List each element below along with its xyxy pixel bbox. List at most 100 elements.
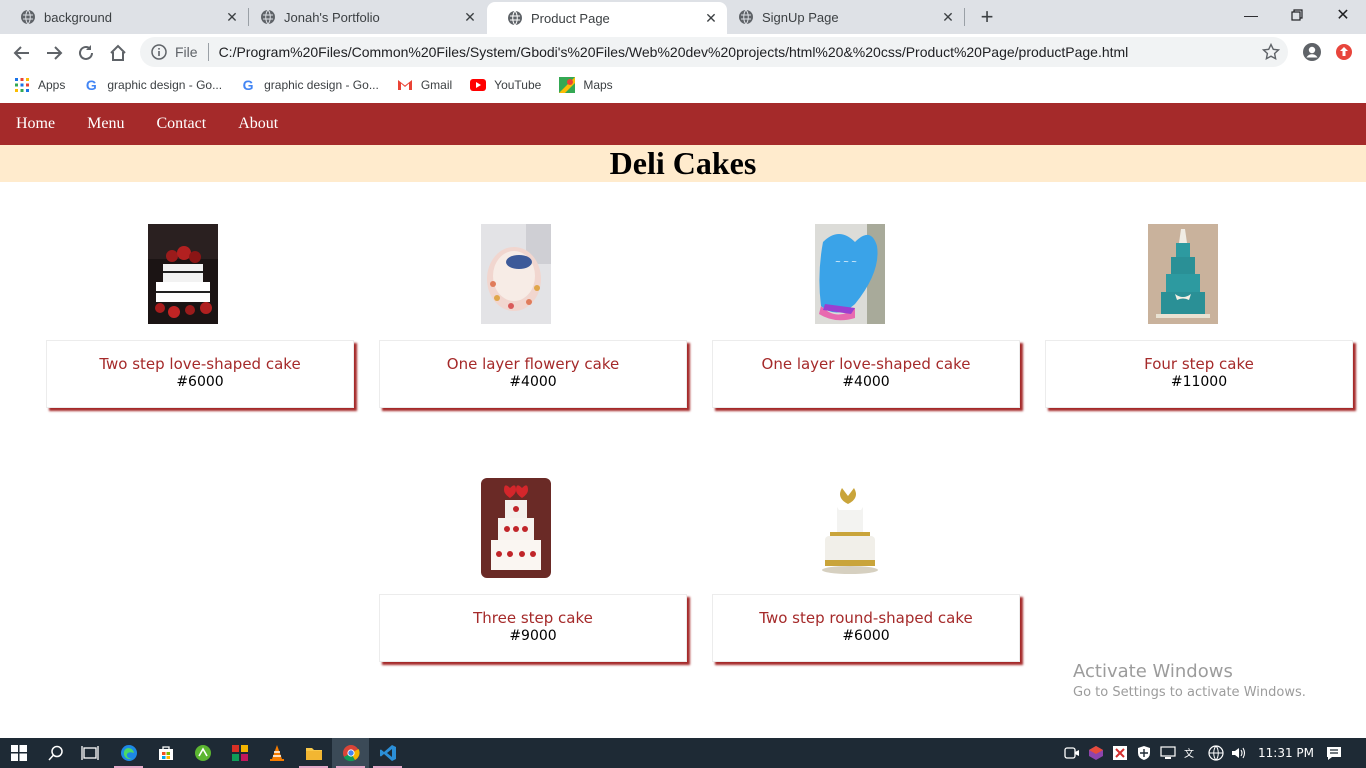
cake-teal-tiered-photo: [1148, 224, 1218, 324]
tab-title: Jonah's Portfolio: [284, 9, 380, 25]
product-price: #6000: [842, 628, 890, 644]
address-separator: [207, 43, 209, 61]
taskbar-vlc[interactable]: [258, 738, 295, 768]
bookmark-label: Maps: [583, 78, 613, 92]
address-bar[interactable]: File C:/Program%20Files/Common%20Files/S…: [140, 37, 1288, 67]
nav-home-link[interactable]: Home: [16, 115, 55, 133]
cake-red-roses-photo: [148, 224, 218, 324]
bookmark-youtube[interactable]: YouTube: [470, 77, 541, 93]
tray-meet-icon[interactable]: [1064, 745, 1080, 761]
svg-text:文: 文: [1184, 747, 1194, 760]
tray-security-icon[interactable]: [1136, 745, 1152, 761]
restore-icon: [1291, 9, 1303, 21]
product-price: #4000: [509, 374, 557, 390]
search-icon: [47, 745, 63, 761]
home-icon: [110, 44, 126, 61]
close-tab-icon[interactable]: ✕: [938, 7, 958, 27]
update-icon[interactable]: [1335, 43, 1353, 61]
site-nav: Home Menu Contact About: [0, 103, 1366, 145]
scheme-label: File: [175, 44, 198, 60]
url-text[interactable]: C:/Program%20Files/Common%20Files/System…: [219, 44, 1129, 60]
reload-button[interactable]: [73, 40, 99, 66]
taskbar-clock[interactable]: 11:31 PM: [1258, 738, 1314, 768]
tab-product-page[interactable]: Product Page ✕: [487, 2, 727, 34]
tray-volume-icon[interactable]: [1230, 745, 1246, 761]
nav-menu-link[interactable]: Menu: [87, 115, 124, 133]
google-icon: G: [85, 77, 97, 93]
product-name: Three step cake: [473, 609, 593, 627]
tray-app-icon[interactable]: [1088, 745, 1104, 761]
cake-flowery-photo: [481, 224, 551, 324]
home-button[interactable]: [105, 40, 131, 66]
cake-gold-bow-photo: [815, 478, 885, 578]
cake-hearts-tiered-photo: [481, 478, 551, 578]
tab-background[interactable]: background ✕: [0, 0, 248, 34]
tray-network-icon[interactable]: [1160, 745, 1176, 761]
windows-logo-icon: [10, 745, 27, 761]
watermark-subtitle: Go to Settings to activate Windows.: [1073, 685, 1306, 700]
svg-text:~ ~ ~: ~ ~ ~: [835, 258, 857, 266]
page-content: Home Menu Contact About Deli Cakes ~ ~ ~: [0, 103, 1366, 738]
store-icon: [158, 746, 173, 760]
bookmark-graphic-design-2[interactable]: G graphic design - Go...: [240, 77, 379, 93]
taskbar-search-button[interactable]: [37, 738, 74, 768]
chrome-icon: [342, 745, 360, 762]
edge-icon: [120, 745, 137, 761]
new-tab-button[interactable]: +: [975, 4, 999, 29]
tab-signup-page[interactable]: SignUp Page ✕: [718, 0, 964, 34]
action-center-icon[interactable]: [1325, 744, 1343, 762]
profile-avatar-icon[interactable]: [1302, 42, 1322, 62]
apps-grid-icon: [14, 77, 30, 93]
nav-about-link[interactable]: About: [238, 115, 278, 133]
globe-icon: [739, 9, 753, 25]
restore-button[interactable]: [1274, 0, 1320, 30]
product-card[interactable]: One layer love-shaped cake #4000: [712, 340, 1020, 408]
taskbar-app-grid[interactable]: [221, 738, 258, 768]
bookmark-label: Gmail: [420, 78, 453, 92]
tray-ime-icon[interactable]: 文: [1184, 745, 1200, 761]
bookmark-label: YouTube: [494, 78, 542, 92]
product-name: Two step round-shaped cake: [759, 609, 973, 627]
taskbar-file-explorer[interactable]: [295, 738, 332, 768]
bookmark-star-icon[interactable]: [1262, 43, 1280, 61]
bookmark-gmail[interactable]: Gmail: [397, 77, 452, 93]
taskbar-chrome[interactable]: [332, 738, 369, 768]
forward-button[interactable]: [41, 40, 67, 66]
app-grid-icon: [231, 745, 248, 761]
product-card[interactable]: Two step round-shaped cake #6000: [712, 594, 1020, 662]
task-view-button[interactable]: [71, 738, 108, 768]
browser-toolbar: File C:/Program%20Files/Common%20Files/S…: [0, 34, 1366, 71]
taskbar-vscode[interactable]: [369, 738, 406, 768]
info-icon[interactable]: [151, 44, 167, 60]
folder-icon: [305, 748, 322, 760]
bookmarks-bar: Apps G graphic design - Go... G graphic …: [0, 71, 1366, 99]
taskbar-edge[interactable]: [110, 738, 147, 768]
nav-contact-link[interactable]: Contact: [156, 115, 206, 133]
taskbar-app-green[interactable]: [184, 738, 221, 768]
close-tab-icon[interactable]: ✕: [222, 7, 242, 27]
bookmark-graphic-design-1[interactable]: G graphic design - Go...: [83, 77, 222, 93]
start-button[interactable]: [0, 738, 37, 768]
close-tab-icon[interactable]: ✕: [460, 7, 480, 27]
task-view-icon: [80, 746, 99, 760]
taskbar-store[interactable]: [147, 738, 184, 768]
minimize-button[interactable]: —: [1228, 0, 1274, 30]
bookmark-maps[interactable]: Maps: [559, 77, 613, 93]
maps-icon: [559, 77, 576, 93]
bookmark-apps[interactable]: Apps: [14, 77, 65, 93]
windows-taskbar: 文 11:31 PM: [0, 738, 1366, 768]
product-card[interactable]: Three step cake #9000: [379, 594, 687, 662]
bookmark-label: graphic design - Go...: [264, 78, 379, 92]
product-price: #6000: [176, 374, 224, 390]
tab-portfolio[interactable]: Jonah's Portfolio ✕: [240, 0, 486, 34]
product-card[interactable]: Four step cake #11000: [1045, 340, 1353, 408]
back-button[interactable]: [9, 40, 35, 66]
product-card[interactable]: One layer flowery cake #4000: [379, 340, 687, 408]
tray-warning-icon[interactable]: [1112, 745, 1128, 761]
product-price: #11000: [1170, 374, 1228, 390]
product-card[interactable]: Two step love-shaped cake #6000: [46, 340, 354, 408]
tray-globe-icon[interactable]: [1208, 745, 1224, 761]
close-window-button[interactable]: ✕: [1320, 0, 1366, 30]
tab-separator: [964, 8, 965, 26]
gmail-icon: [397, 77, 413, 93]
